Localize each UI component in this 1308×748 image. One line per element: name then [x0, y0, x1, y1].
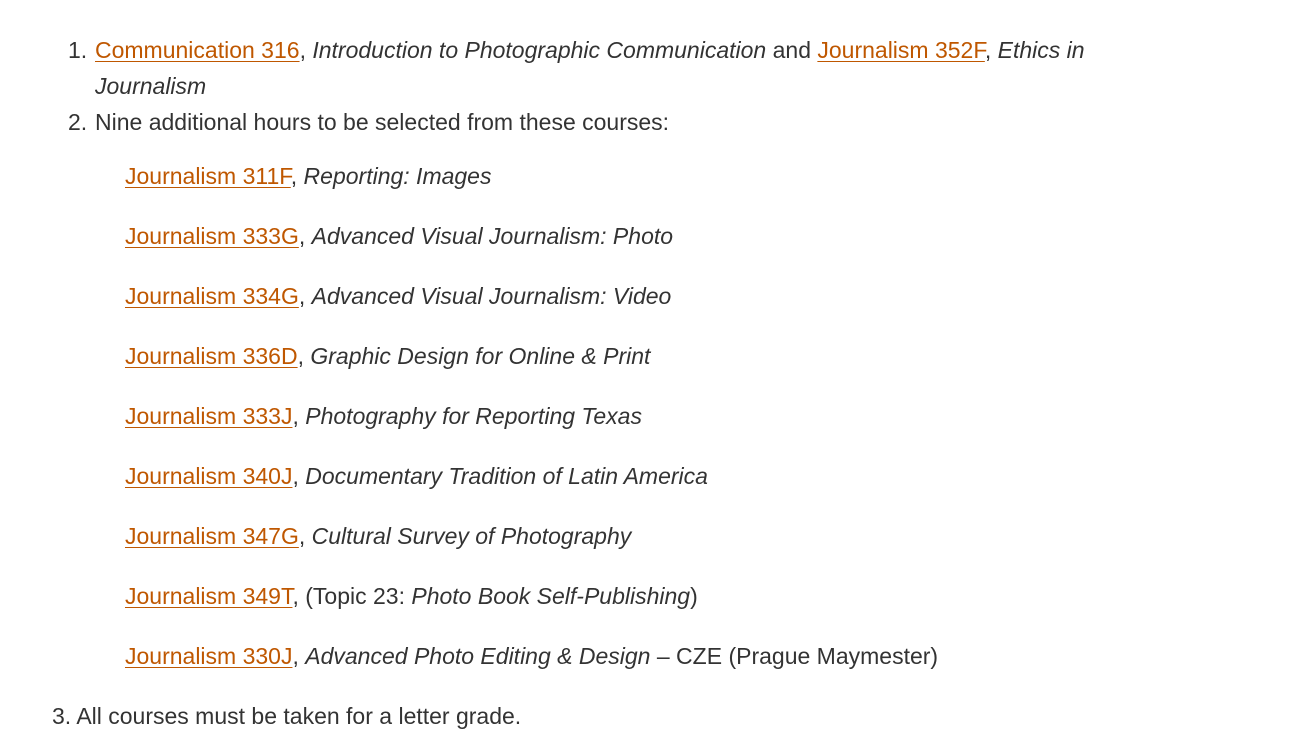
course-title: Cultural Survey of Photography: [311, 523, 632, 549]
course-entry: Journalism 349T, (Topic 23: Photo Book S…: [125, 583, 698, 609]
course-title: Journalism: [95, 73, 207, 99]
course-entry: Journalism 333J, Photography for Reporti…: [125, 403, 642, 429]
list-item-1-continuation: Journalism: [95, 68, 206, 104]
separator: ,: [984, 37, 998, 63]
course-link[interactable]: Journalism 330J: [125, 643, 292, 669]
course-entry: Journalism 333G, Advanced Visual Journal…: [125, 223, 674, 249]
course-link[interactable]: Journalism 311F: [125, 163, 291, 189]
conjunction-text: and: [766, 37, 818, 63]
course-title: Introduction to Photographic Communicati…: [312, 37, 767, 63]
list-number-2: 2.: [68, 109, 88, 135]
list-item-1: Communication 316, Introduction to Photo…: [95, 32, 1085, 68]
list-item-2: Nine additional hours to be selected fro…: [95, 104, 669, 140]
course-link[interactable]: Journalism 340J: [125, 463, 292, 489]
course-link[interactable]: Journalism 333G: [125, 223, 299, 249]
topic-suffix: ): [690, 583, 698, 609]
course-title: Graphic Design for Online & Print: [310, 343, 651, 369]
course-entry: Journalism 347G, Cultural Survey of Phot…: [125, 523, 632, 549]
course-link[interactable]: Journalism 336D: [125, 343, 298, 369]
topic-prefix: (Topic 23:: [305, 583, 412, 609]
course-link[interactable]: Journalism 349T: [125, 583, 292, 609]
course-title: Advanced Visual Journalism: Photo: [311, 223, 674, 249]
course-title: Reporting: Images: [303, 163, 492, 189]
course-title: Ethics in: [997, 37, 1085, 63]
course-entry: Journalism 336D, Graphic Design for Onli…: [125, 343, 651, 369]
course-link[interactable]: Journalism 333J: [125, 403, 292, 429]
course-entry: Journalism 340J, Documentary Tradition o…: [125, 463, 708, 489]
course-entry: Journalism 330J, Advanced Photo Editing …: [125, 643, 939, 669]
separator: ,: [299, 37, 313, 63]
course-link-communication-316[interactable]: Communication 316: [95, 37, 300, 63]
course-note: – CZE (Prague Maymester): [650, 643, 939, 669]
course-title: Documentary Tradition of Latin America: [305, 463, 708, 489]
list-item-text: Nine additional hours to be selected fro…: [95, 109, 670, 135]
course-link[interactable]: Journalism 334G: [125, 283, 299, 309]
course-title: Photo Book Self-Publishing: [411, 583, 691, 609]
list-item-text: All courses must be taken for a letter g…: [76, 703, 522, 729]
list-number-3: 3.: [52, 703, 72, 729]
course-title: Photography for Reporting Texas: [305, 403, 642, 429]
list-item-3: 3. All courses must be taken for a lette…: [52, 698, 521, 734]
course-entry: Journalism 311F, Reporting: Images: [125, 163, 492, 189]
course-link[interactable]: Journalism 347G: [125, 523, 299, 549]
list-number-1: 1.: [68, 37, 88, 63]
course-link-journalism-352f[interactable]: Journalism 352F: [817, 37, 984, 63]
course-title: Advanced Visual Journalism: Video: [311, 283, 672, 309]
course-title: Advanced Photo Editing & Design: [305, 643, 651, 669]
course-entry: Journalism 334G, Advanced Visual Journal…: [125, 283, 672, 309]
